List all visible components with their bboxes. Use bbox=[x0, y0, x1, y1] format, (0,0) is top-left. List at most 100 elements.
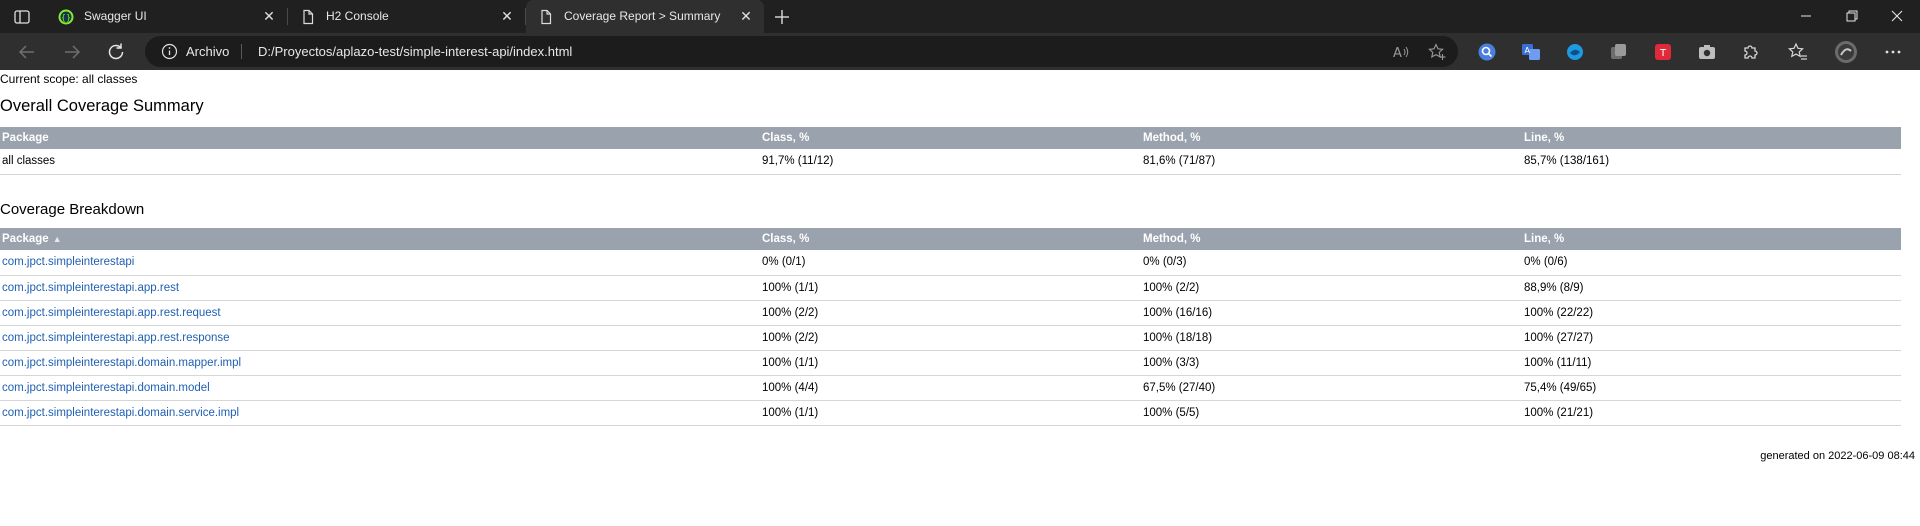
tab-swagger-ui[interactable]: {} Swagger UI ✕ bbox=[46, 0, 288, 33]
class-coverage-cell: 91,7% (11/12) bbox=[760, 149, 1141, 175]
class-coverage-cell: 100% (1/1) bbox=[760, 350, 1141, 376]
avatar[interactable] bbox=[1834, 40, 1858, 64]
table-row: all classes 91,7% (11/12) 81,6% (71/87) … bbox=[0, 149, 1901, 175]
tab-coverage-report[interactable]: Coverage Report > Summary ✕ bbox=[526, 0, 764, 33]
restore-icon[interactable] bbox=[1829, 0, 1875, 33]
method-coverage-cell: 100% (18/18) bbox=[1141, 325, 1522, 351]
current-scope: Current scope: all classes bbox=[0, 72, 138, 86]
url-text[interactable]: D:/Proyectos/aplazo-test/simple-interest… bbox=[258, 44, 572, 59]
bing-extension-icon[interactable] bbox=[1565, 42, 1585, 62]
browser-toolbar: Archivo D:/Proyectos/aplazo-test/simple-… bbox=[0, 33, 1920, 70]
favorites-icon[interactable] bbox=[1788, 42, 1808, 62]
translate-extension-icon[interactable]: A bbox=[1521, 42, 1541, 62]
overall-summary-table: Package Class, % Method, % Line, % all c… bbox=[0, 127, 1901, 175]
page-icon bbox=[300, 9, 316, 25]
table-row: com.jpct.simpleinterestapi.domain.model … bbox=[0, 375, 1901, 401]
minimize-icon[interactable] bbox=[1783, 0, 1829, 33]
svg-text:T: T bbox=[1659, 48, 1667, 59]
table-header-row: Package ▲ Class, % Method, % Line, % bbox=[0, 228, 1901, 250]
table-row: com.jpct.simpleinterestapi 0% (0/1) 0% (… bbox=[0, 250, 1901, 276]
tab-title: Swagger UI bbox=[84, 9, 147, 23]
tab-title: H2 Console bbox=[326, 9, 389, 23]
table-row: com.jpct.simpleinterestapi.domain.servic… bbox=[0, 400, 1901, 426]
package-link[interactable]: com.jpct.simpleinterestapi.app.rest.resp… bbox=[2, 332, 230, 344]
forward-icon[interactable] bbox=[60, 40, 84, 64]
package-link[interactable]: com.jpct.simpleinterestapi.app.rest bbox=[2, 282, 179, 294]
more-options-icon[interactable] bbox=[1883, 42, 1903, 62]
report-page: Current scope: all classes Overall Cover… bbox=[0, 70, 1920, 526]
header-class[interactable]: Class, % bbox=[760, 228, 1141, 250]
class-coverage-cell: 100% (1/1) bbox=[760, 275, 1141, 301]
package-link[interactable]: com.jpct.simpleinterestapi.domain.model bbox=[2, 382, 210, 394]
package-link[interactable]: com.jpct.simpleinterestapi.domain.servic… bbox=[2, 407, 239, 419]
line-coverage-cell: 0% (0/6) bbox=[1522, 250, 1901, 276]
info-icon[interactable] bbox=[161, 43, 178, 60]
close-icon[interactable]: ✕ bbox=[738, 8, 754, 24]
header-package: Package bbox=[2, 233, 49, 245]
class-coverage-cell: 100% (4/4) bbox=[760, 375, 1141, 401]
header-method: Method, % bbox=[1141, 127, 1522, 149]
close-icon[interactable]: ✕ bbox=[261, 8, 277, 24]
tab-bar: {} Swagger UI ✕ H2 Console ✕ Coverage Re… bbox=[0, 0, 1920, 33]
tab-actions-icon[interactable] bbox=[13, 8, 31, 26]
sort-ascending-icon: ▲ bbox=[52, 233, 62, 244]
package-link[interactable]: com.jpct.simpleinterestapi bbox=[2, 256, 134, 268]
method-coverage-cell: 81,6% (71/87) bbox=[1141, 149, 1522, 175]
line-coverage-cell: 85,7% (138/161) bbox=[1522, 149, 1901, 175]
table-row: com.jpct.simpleinterestapi.domain.mapper… bbox=[0, 350, 1901, 376]
class-coverage-cell: 100% (2/2) bbox=[760, 300, 1141, 326]
address-divider bbox=[241, 44, 242, 59]
overall-summary-title: Overall Coverage Summary bbox=[0, 97, 204, 115]
package-cell: all classes bbox=[0, 149, 760, 175]
header-line[interactable]: Line, % bbox=[1522, 228, 1901, 250]
generated-timestamp: generated on 2022-06-09 08:44 bbox=[1760, 450, 1915, 462]
tab-h2-console[interactable]: H2 Console ✕ bbox=[288, 0, 526, 33]
pdf-extension-icon[interactable]: T bbox=[1653, 42, 1673, 62]
method-coverage-cell: 100% (5/5) bbox=[1141, 400, 1522, 426]
method-coverage-cell: 100% (2/2) bbox=[1141, 275, 1522, 301]
method-coverage-cell: 67,5% (27/40) bbox=[1141, 375, 1522, 401]
package-link[interactable]: com.jpct.simpleinterestapi.app.rest.requ… bbox=[2, 307, 221, 319]
close-window-icon[interactable] bbox=[1874, 0, 1920, 33]
line-coverage-cell: 88,9% (8/9) bbox=[1522, 275, 1901, 301]
new-tab-icon[interactable] bbox=[770, 6, 794, 28]
close-icon[interactable]: ✕ bbox=[499, 8, 515, 24]
header-line: Line, % bbox=[1522, 127, 1901, 149]
class-coverage-cell: 100% (1/1) bbox=[760, 400, 1141, 426]
refresh-icon[interactable] bbox=[104, 40, 128, 64]
svg-text:{}: {} bbox=[61, 13, 71, 22]
swagger-icon: {} bbox=[58, 9, 74, 25]
header-package: Package bbox=[0, 127, 760, 149]
page-icon bbox=[538, 9, 554, 25]
read-aloud-icon[interactable]: A bbox=[1392, 43, 1410, 61]
table-row: com.jpct.simpleinterestapi.app.rest.requ… bbox=[0, 300, 1901, 326]
line-coverage-cell: 100% (22/22) bbox=[1522, 300, 1901, 326]
add-favorite-icon[interactable] bbox=[1428, 43, 1446, 61]
header-package-sortable[interactable]: Package ▲ bbox=[0, 228, 760, 250]
google-search-extension-icon[interactable] bbox=[1477, 42, 1497, 62]
svg-text:A: A bbox=[1525, 46, 1531, 55]
site-label[interactable]: Archivo bbox=[186, 44, 229, 59]
method-coverage-cell: 100% (3/3) bbox=[1141, 350, 1522, 376]
line-coverage-cell: 100% (27/27) bbox=[1522, 325, 1901, 351]
table-row: com.jpct.simpleinterestapi.app.rest 100%… bbox=[0, 275, 1901, 301]
header-class: Class, % bbox=[760, 127, 1141, 149]
breakdown-title: Coverage Breakdown bbox=[0, 201, 145, 218]
table-header-row: Package Class, % Method, % Line, % bbox=[0, 127, 1901, 149]
back-icon[interactable] bbox=[15, 40, 39, 64]
class-coverage-cell: 0% (0/1) bbox=[760, 250, 1141, 276]
tab-title: Coverage Report > Summary bbox=[564, 9, 721, 23]
address-bar[interactable]: Archivo D:/Proyectos/aplazo-test/simple-… bbox=[145, 36, 1458, 67]
table-row: com.jpct.simpleinterestapi.app.rest.resp… bbox=[0, 325, 1901, 351]
line-coverage-cell: 75,4% (49/65) bbox=[1522, 375, 1901, 401]
header-method[interactable]: Method, % bbox=[1141, 228, 1522, 250]
line-coverage-cell: 100% (11/11) bbox=[1522, 350, 1901, 376]
camera-extension-icon[interactable] bbox=[1697, 42, 1717, 62]
coverage-breakdown-table: Package ▲ Class, % Method, % Line, % com.… bbox=[0, 228, 1901, 426]
line-coverage-cell: 100% (21/21) bbox=[1522, 400, 1901, 426]
collections-extension-icon[interactable] bbox=[1609, 42, 1629, 62]
package-link[interactable]: com.jpct.simpleinterestapi.domain.mapper… bbox=[2, 357, 241, 369]
extensions-puzzle-icon[interactable] bbox=[1741, 42, 1761, 62]
method-coverage-cell: 100% (16/16) bbox=[1141, 300, 1522, 326]
method-coverage-cell: 0% (0/3) bbox=[1141, 250, 1522, 276]
